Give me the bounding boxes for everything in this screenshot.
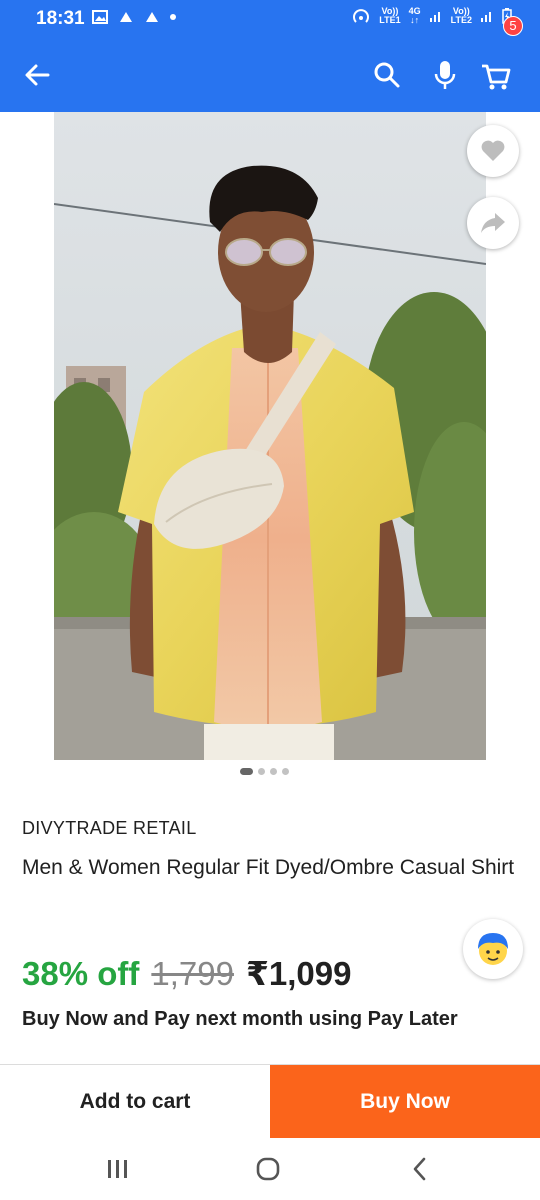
product-photo <box>54 112 486 760</box>
pay-later-offer: Buy Now and Pay next month using Pay Lat… <box>22 1008 458 1030</box>
bottom-action-bar: Add to cart Buy Now <box>0 1064 540 1139</box>
hotspot-icon <box>353 9 370 23</box>
carousel-dot[interactable] <box>282 768 289 775</box>
add-to-cart-button[interactable]: Add to cart <box>0 1065 270 1139</box>
assistant-avatar-icon <box>478 933 508 965</box>
cart-icon[interactable] <box>480 58 512 92</box>
product-image[interactable] <box>54 112 486 760</box>
share-icon <box>481 213 505 233</box>
sim2-lte: LTE2 <box>450 15 472 25</box>
wishlist-button[interactable] <box>467 125 519 177</box>
assistant-button[interactable] <box>463 919 523 979</box>
more-notifications-dot-icon <box>170 14 176 20</box>
system-nav-bar <box>0 1138 540 1200</box>
buy-now-button[interactable]: Buy Now <box>270 1065 540 1139</box>
search-icon[interactable] <box>372 60 402 90</box>
discount-label: 38% off <box>22 955 140 992</box>
gallery-icon <box>92 10 108 24</box>
mrp-label: 1,799 <box>151 955 234 992</box>
network-type: 4G ↓↑ <box>409 7 421 25</box>
mic-icon[interactable] <box>430 58 460 92</box>
recent-apps-icon[interactable] <box>106 1158 130 1180</box>
heart-icon <box>481 140 505 161</box>
price-row: 38% off 1,799 ₹1,099 <box>22 954 352 993</box>
app-notification-icon-2 <box>146 12 158 22</box>
signal-icon <box>429 12 440 22</box>
sim2-label: Vo)) LTE2 <box>451 7 472 25</box>
status-bar: 18:31 Vo)) LTE1 4G ↓↑ Vo)) LTE2 <box>0 0 540 38</box>
product-title: Men & Women Regular Fit Dyed/Ombre Casua… <box>22 856 515 879</box>
seller-name[interactable]: DIVYTRADE RETAIL <box>22 818 197 839</box>
notification-icons <box>92 10 176 24</box>
status-time: 18:31 <box>36 8 85 29</box>
share-button[interactable] <box>467 197 519 249</box>
sim1-label: Vo)) LTE1 <box>379 7 400 25</box>
signal-icon-2 <box>481 12 491 22</box>
cart-count-badge: 5 <box>503 16 523 36</box>
selling-price: ₹1,099 <box>245 955 352 992</box>
home-icon[interactable] <box>255 1156 281 1182</box>
carousel-dot[interactable] <box>240 768 253 775</box>
carousel-dot[interactable] <box>270 768 277 775</box>
back-arrow-icon[interactable] <box>20 58 54 92</box>
app-bar <box>0 38 540 112</box>
system-icons: Vo)) LTE1 4G ↓↑ Vo)) LTE2 <box>351 6 512 26</box>
carousel-dot[interactable] <box>258 768 265 775</box>
back-nav-icon[interactable] <box>410 1156 430 1182</box>
sim1-lte: LTE1 <box>379 15 401 25</box>
image-carousel-indicator <box>240 768 289 775</box>
app-notification-icon <box>120 12 132 22</box>
data-arrows-icon: ↓↑ <box>410 15 420 25</box>
